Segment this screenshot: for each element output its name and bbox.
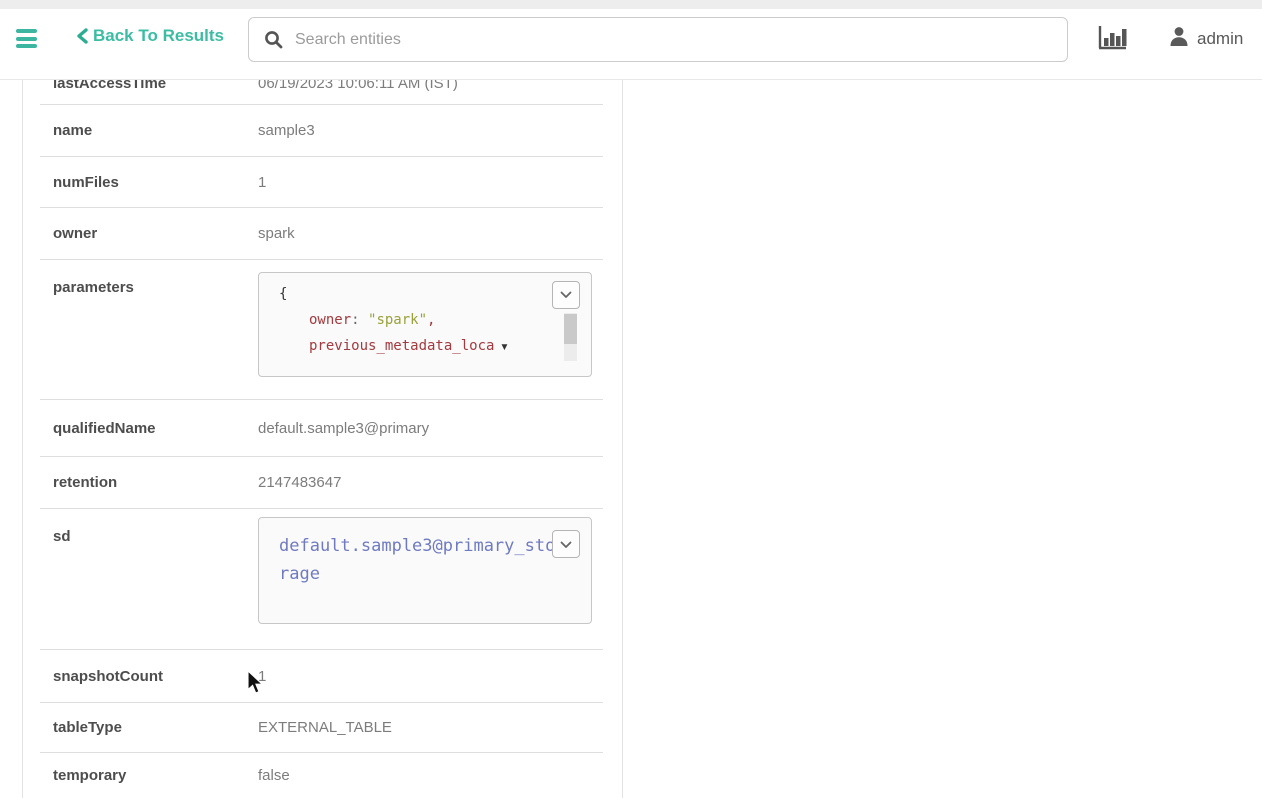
atlas-entity-detail-page: Back To Results — [0, 0, 1262, 798]
property-key: sd — [40, 509, 258, 545]
table-row: sd default.sample3@primary_sto rage — [40, 509, 603, 650]
property-value: sample3 — [258, 122, 603, 139]
property-value: default.sample3@primary — [258, 420, 603, 437]
expand-sd-button[interactable] — [552, 530, 580, 558]
property-value: false — [258, 767, 603, 784]
property-key: parameters — [40, 260, 258, 296]
search-icon — [264, 30, 283, 49]
table-row: qualifiedName default.sample3@primary — [40, 400, 603, 457]
left-panel-border — [22, 80, 23, 798]
table-row: parameters { owner: "spark", previous_me… — [40, 260, 603, 400]
statistics-button[interactable] — [1094, 23, 1130, 57]
property-key: tableType — [40, 719, 258, 736]
table-row: snapshotCount 1 — [40, 650, 603, 703]
truncation-triangle-icon: ▼ — [499, 342, 509, 353]
chevron-down-icon — [560, 282, 572, 308]
json-line-truncated: previous_metadata_loca▼ — [279, 333, 591, 361]
table-row: temporary false — [40, 753, 603, 798]
property-key: retention — [40, 474, 258, 491]
property-key: qualifiedName — [40, 420, 258, 437]
property-value: 06/19/2023 10:06:11 AM (IST) — [258, 80, 603, 102]
table-row: numFiles 1 — [40, 157, 603, 208]
property-value: 1 — [258, 174, 603, 191]
window-top-edge — [0, 0, 1262, 9]
user-menu[interactable]: admin — [1168, 25, 1243, 52]
sd-text-viewer[interactable]: default.sample3@primary_sto rage — [258, 517, 592, 624]
table-row: tableType EXTERNAL_TABLE — [40, 703, 603, 753]
property-key: numFiles — [40, 174, 258, 191]
entity-search-box — [248, 17, 1068, 62]
property-value: 1 — [258, 668, 603, 685]
chevron-down-icon — [560, 530, 572, 558]
sd-line: rage — [279, 560, 591, 588]
entity-properties-table: lastAccessTime 06/19/2023 10:06:11 AM (I… — [40, 80, 603, 798]
property-key: lastAccessTime — [40, 80, 258, 102]
property-value: spark — [258, 225, 603, 242]
json-line: { — [279, 281, 591, 307]
bar-chart-icon — [1096, 24, 1128, 57]
parameters-json-viewer[interactable]: { owner: "spark", previous_metadata_loca… — [258, 272, 592, 377]
username-label: admin — [1197, 29, 1243, 49]
search-input[interactable] — [295, 31, 1067, 49]
property-value: EXTERNAL_TABLE — [258, 719, 603, 736]
expand-parameters-button[interactable] — [552, 281, 580, 309]
property-key: name — [40, 122, 258, 139]
table-row: name sample3 — [40, 105, 603, 157]
table-row: lastAccessTime 06/19/2023 10:06:11 AM (I… — [40, 80, 603, 105]
top-navbar: Back To Results — [0, 9, 1262, 80]
property-value: 2147483647 — [258, 474, 603, 491]
scrollbar-thumb[interactable] — [564, 314, 577, 344]
panel-divider — [622, 80, 623, 798]
person-icon — [1168, 25, 1190, 52]
property-key: snapshotCount — [40, 668, 258, 685]
menu-icon[interactable] — [16, 29, 38, 48]
json-line: owner: "spark", — [279, 307, 591, 333]
property-key: owner — [40, 225, 258, 242]
back-link-label: Back To Results — [93, 26, 224, 46]
back-to-results-link[interactable]: Back To Results — [76, 26, 224, 46]
table-row: retention 2147483647 — [40, 457, 603, 509]
chevron-left-icon — [76, 28, 89, 44]
sd-line: default.sample3@primary_sto — [279, 532, 591, 560]
table-row: owner spark — [40, 208, 603, 260]
property-key: temporary — [40, 767, 258, 784]
